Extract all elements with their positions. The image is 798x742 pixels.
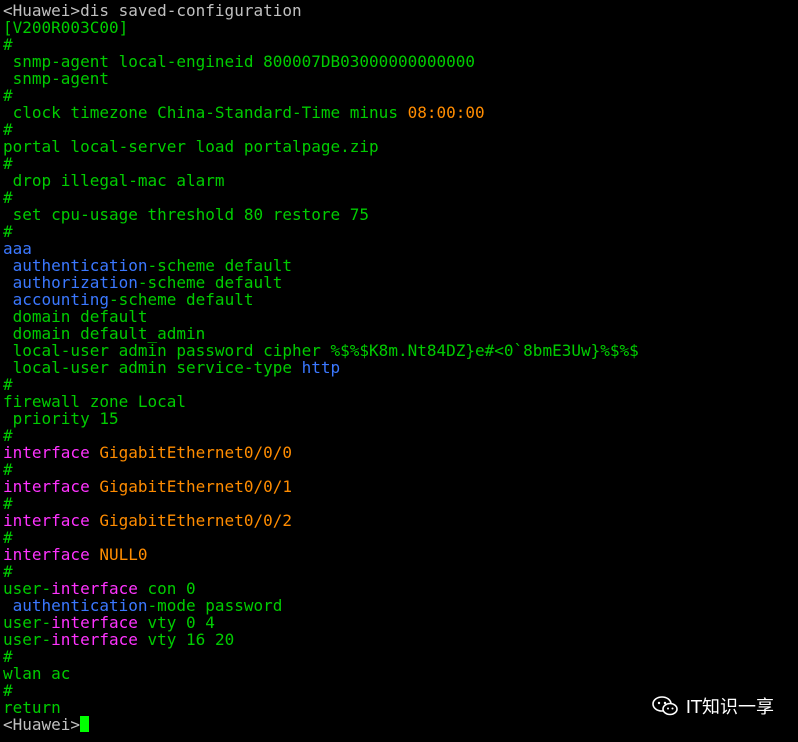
- terminal-line: set cpu-usage threshold 80 restore 75: [0, 206, 798, 223]
- terminal-line: clock timezone China-Standard-Time minus…: [0, 104, 798, 121]
- terminal-line: local-user admin service-type http: [0, 359, 798, 376]
- terminal-line: interface NULL0: [0, 546, 798, 563]
- terminal-text-segment: interface: [3, 511, 100, 530]
- terminal-text-segment: wlan ac: [3, 664, 71, 683]
- terminal-line: #: [0, 223, 798, 240]
- terminal-line: wlan ac: [0, 665, 798, 682]
- terminal-line: local-user admin password cipher %$%$K8m…: [0, 342, 798, 359]
- terminal-line: authentication-scheme default: [0, 257, 798, 274]
- terminal-text-segment: interface: [3, 545, 100, 564]
- terminal-text-segment: local-user admin service-type: [3, 358, 302, 377]
- terminal-line: #: [0, 36, 798, 53]
- terminal-line: #: [0, 529, 798, 546]
- watermark-text: IT知识一享: [685, 697, 774, 718]
- terminal-text-segment: set cpu-usage threshold 80 restore 75: [3, 205, 370, 224]
- terminal-line: #: [0, 563, 798, 580]
- terminal-output: <Huawei>dis saved-configuration [V200R003…: [0, 2, 798, 733]
- terminal-line: interface GigabitEthernet0/0/2: [0, 512, 798, 529]
- terminal-line: #: [0, 155, 798, 172]
- terminal-line: #: [0, 427, 798, 444]
- terminal-text-segment: drop illegal-mac alarm: [3, 171, 225, 190]
- terminal-line: user-interface con 0: [0, 580, 798, 597]
- terminal-line: user-interface vty 16 20: [0, 631, 798, 648]
- terminal-line: firewall zone Local: [0, 393, 798, 410]
- terminal-text-segment: GigabitEthernet0/0/2: [99, 511, 292, 530]
- terminal-text-segment: GigabitEthernet0/0/0: [99, 443, 292, 462]
- terminal-text-segment: GigabitEthernet0/0/1: [99, 477, 292, 496]
- terminal-line: interface GigabitEthernet0/0/1: [0, 478, 798, 495]
- terminal-text-segment: http: [301, 358, 341, 377]
- terminal-line: authentication-mode password: [0, 597, 798, 614]
- wechat-icon: [651, 696, 678, 716]
- terminal-line: drop illegal-mac alarm: [0, 172, 798, 189]
- terminal-text-segment: portal local-server load portalpage.zip: [3, 137, 379, 156]
- terminal-line: #: [0, 461, 798, 478]
- terminal-window[interactable]: <Huawei>dis saved-configuration [V200R003…: [0, 0, 798, 742]
- terminal-line: #: [0, 648, 798, 665]
- terminal-line: [V200R003C00]: [0, 19, 798, 36]
- terminal-line: portal local-server load portalpage.zip: [0, 138, 798, 155]
- terminal-line: accounting-scheme default: [0, 291, 798, 308]
- terminal-line: user-interface vty 0 4: [0, 614, 798, 631]
- terminal-line: #: [0, 189, 798, 206]
- terminal-text-segment: snmp-agent: [3, 69, 109, 88]
- terminal-line: authorization-scheme default: [0, 274, 798, 291]
- terminal-text-segment: NULL0: [99, 545, 148, 564]
- terminal-text-segment: priority 15: [3, 409, 119, 428]
- terminal-text-segment: interface: [3, 477, 100, 496]
- terminal-line: priority 15: [0, 410, 798, 427]
- terminal-line: aaa: [0, 240, 798, 257]
- terminal-text-segment: interface: [3, 443, 100, 462]
- terminal-line: #: [0, 121, 798, 138]
- terminal-line: domain default: [0, 308, 798, 325]
- terminal-cursor: [80, 716, 90, 732]
- terminal-text-segment: vty 16 20: [137, 630, 235, 649]
- terminal-line: snmp-agent local-engineid 800007DB030000…: [0, 53, 798, 70]
- terminal-line: snmp-agent: [0, 70, 798, 87]
- terminal-line: domain default_admin: [0, 325, 798, 342]
- terminal-text-segment: <Huawei>: [3, 715, 81, 734]
- terminal-line: #: [0, 87, 798, 104]
- terminal-text-segment: interface: [51, 630, 138, 649]
- terminal-line: #: [0, 376, 798, 393]
- terminal-line: <Huawei>dis saved-configuration: [0, 2, 798, 19]
- terminal-text-segment: clock timezone China-Standard-Time minus: [3, 103, 408, 122]
- terminal-text-segment: 08:00:00: [407, 103, 485, 122]
- terminal-text-segment: [V200R003C00]: [3, 18, 129, 37]
- terminal-line: interface GigabitEthernet0/0/0: [0, 444, 798, 461]
- terminal-line: #: [0, 495, 798, 512]
- watermark: IT知识一享: [651, 693, 774, 719]
